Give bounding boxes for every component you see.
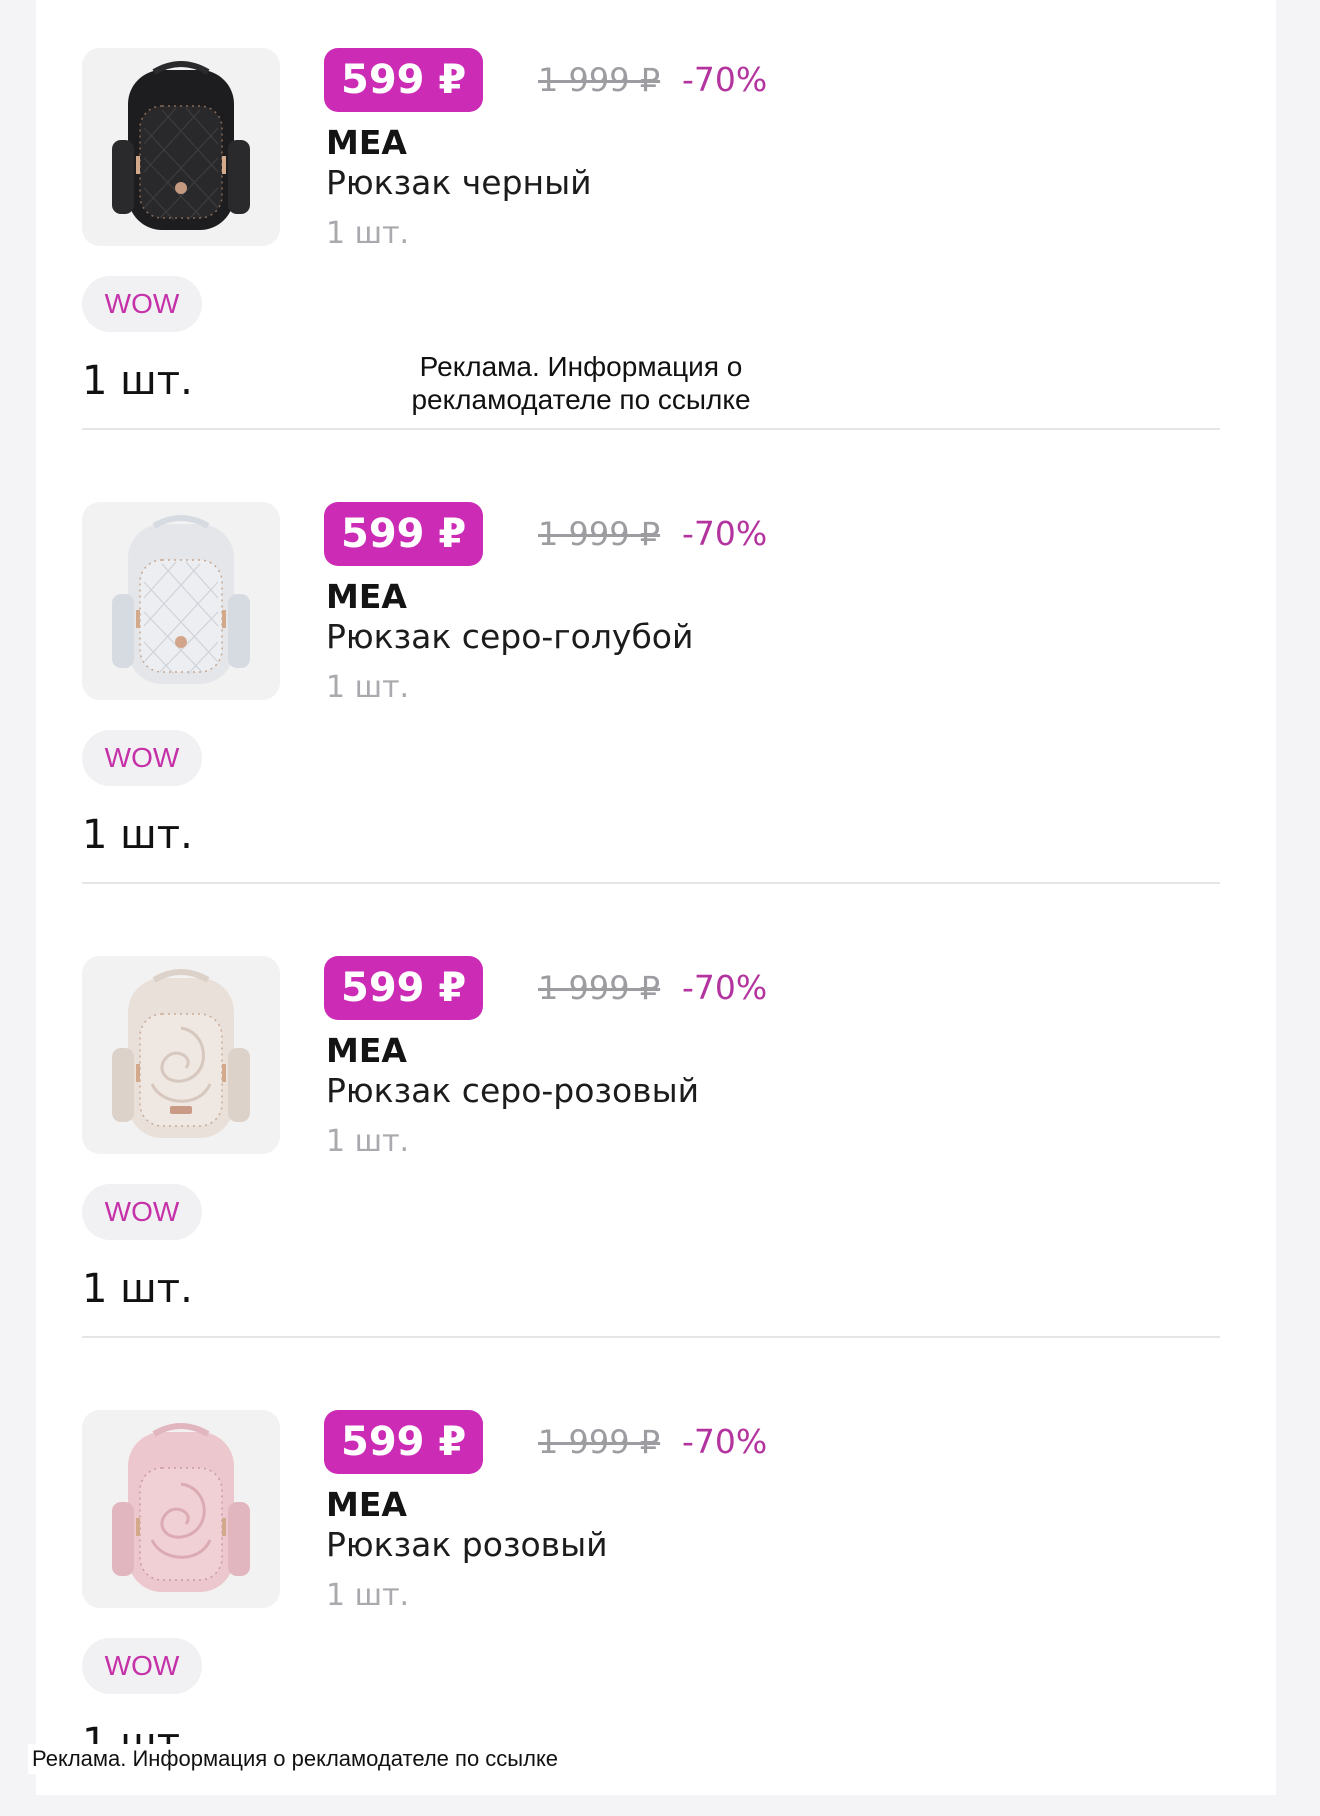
old-price: 1 999 ₽	[538, 515, 661, 553]
item-quantity-note: 1 шт.	[326, 216, 410, 251]
old-price: 1 999 ₽	[538, 1423, 661, 1461]
item-quantity: 1 шт.	[82, 358, 193, 404]
backpack-grey-pink-icon	[82, 956, 280, 1154]
old-price: 1 999 ₽	[538, 969, 661, 1007]
backpack-black-icon	[82, 48, 280, 246]
product-name[interactable]: Рюкзак серо-розовый	[326, 1070, 699, 1112]
discount-label: -70%	[682, 968, 768, 1007]
ad-disclaimer-caption[interactable]: Реклама. Информация о рекламодателе по с…	[28, 1744, 563, 1774]
cart-list: 599 ₽ 1 999 ₽ -70% MEA Рюкзак черный 1 ш…	[36, 0, 1276, 1795]
discount-label: -70%	[682, 1422, 768, 1461]
backpack-grey-blue-icon	[82, 502, 280, 700]
product-image[interactable]	[82, 48, 280, 246]
wow-badge: WOW	[82, 730, 202, 786]
item-quantity: 1 шт.	[82, 812, 193, 858]
item-quantity-note: 1 шт.	[326, 670, 410, 705]
discount-label: -70%	[682, 514, 768, 553]
wow-badge: WOW	[82, 1184, 202, 1240]
ad-disclaimer-overlay[interactable]: Реклама. Информация о рекламодателе по с…	[386, 350, 776, 416]
wow-badge: WOW	[82, 276, 202, 332]
price-badge: 599 ₽	[324, 48, 484, 112]
item-quantity-note: 1 шт.	[326, 1578, 410, 1613]
item-quantity-note: 1 шт.	[326, 1124, 410, 1159]
price-badge: 599 ₽	[324, 502, 484, 566]
brand-name: MEA	[326, 577, 407, 616]
product-image[interactable]	[82, 1410, 280, 1608]
brand-name: MEA	[326, 1031, 407, 1070]
divider	[82, 882, 1220, 884]
item-quantity: 1 шт.	[82, 1266, 193, 1312]
product-name[interactable]: Рюкзак черный	[326, 162, 592, 204]
divider	[82, 1336, 1220, 1338]
product-name[interactable]: Рюкзак розовый	[326, 1524, 608, 1566]
product-name[interactable]: Рюкзак серо-голубой	[326, 616, 693, 658]
price-badge: 599 ₽	[324, 1410, 484, 1474]
backpack-pink-icon	[82, 1410, 280, 1608]
product-image[interactable]	[82, 502, 280, 700]
cart-item: 599 ₽ 1 999 ₽ -70% MEA Рюкзак серо-розов…	[36, 908, 1276, 1362]
wow-badge: WOW	[82, 1638, 202, 1694]
product-image[interactable]	[82, 956, 280, 1154]
brand-name: MEA	[326, 1485, 407, 1524]
brand-name: MEA	[326, 123, 407, 162]
divider	[82, 428, 1220, 430]
cart-item: 599 ₽ 1 999 ₽ -70% MEA Рюкзак серо-голуб…	[36, 454, 1276, 908]
discount-label: -70%	[682, 60, 768, 99]
price-badge: 599 ₽	[324, 956, 484, 1020]
old-price: 1 999 ₽	[538, 61, 661, 99]
